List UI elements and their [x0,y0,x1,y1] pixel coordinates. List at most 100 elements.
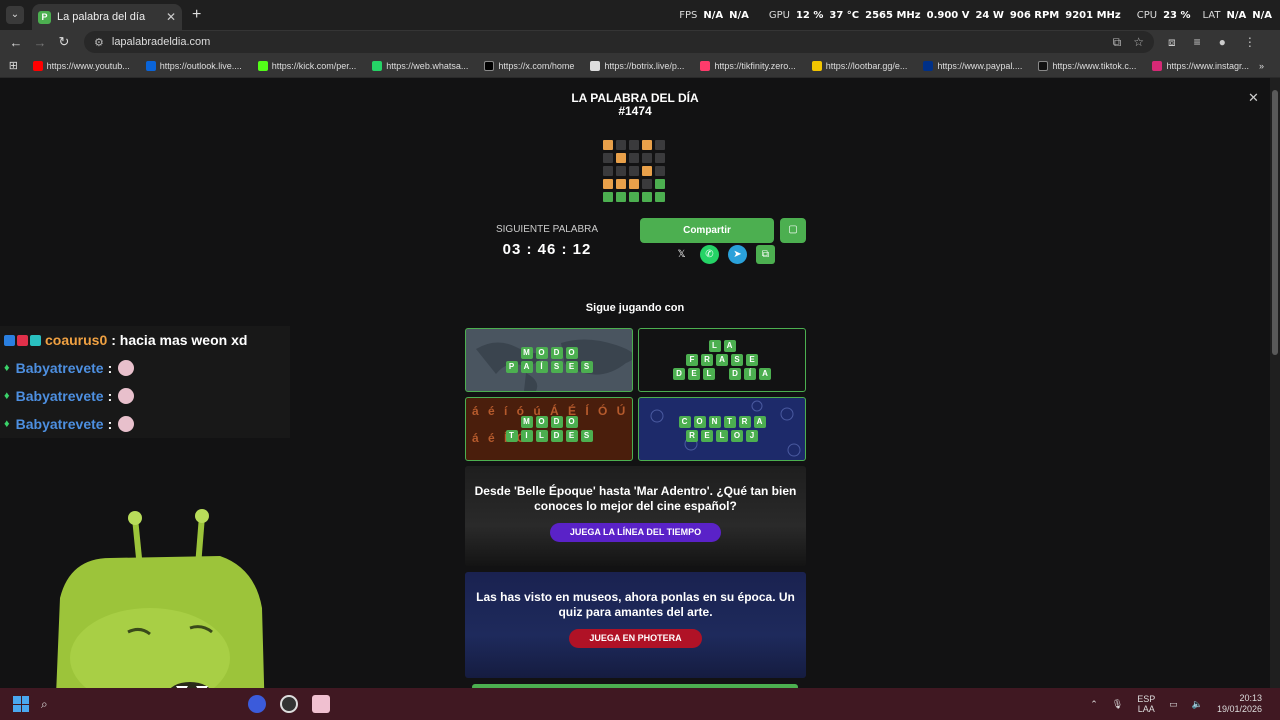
bookmark-item[interactable]: https://x.com/home [478,60,574,71]
media-control-icon[interactable]: ≡ [1194,35,1201,50]
timeline-game-button[interactable]: JUEGA LA LÍNEA DEL TIEMPO [549,523,722,542]
word-row: M O D O [520,347,578,359]
letter-tile: T [505,430,518,442]
letter-tile: S [731,354,743,366]
favicon-icon: P [38,10,51,24]
bookmark-favicon-icon [145,60,156,71]
volume-icon[interactable]: 🔈 [1192,699,1203,710]
clock[interactable]: 20:13 19/01/2026 [1217,693,1262,715]
result-cell [603,192,613,202]
chat-username: Babyatrevete [15,360,104,376]
bookmark-item[interactable]: https://www.instagr... [1146,60,1249,71]
whatsapp-share-icon[interactable]: ✆ [700,245,719,264]
bookmark-favicon-icon [1152,60,1163,71]
letter-tile: L [716,430,728,442]
bookmark-star-icon[interactable]: ☆ [1133,35,1144,50]
pink-app-icon[interactable] [311,695,330,713]
stats-button[interactable]: ▢ [780,218,806,243]
bookmarks-overflow-icon[interactable]: » [1259,61,1264,71]
taskbar-app-icon[interactable] [247,695,266,713]
bookmark-item[interactable]: https://www.youtub... [27,60,130,71]
badge-icon [17,334,28,346]
result-cell [603,179,613,189]
language-indicator[interactable]: ESP LAA [1137,694,1155,714]
x-share-icon[interactable]: 𝕏 [672,245,691,264]
new-tab-button[interactable]: + [192,6,201,24]
result-cell [603,140,613,150]
page-scrollbar[interactable] [1270,78,1280,688]
result-cell [616,166,626,176]
chat-username: Babyatrevete [15,388,104,404]
bookmark-item[interactable]: https://kick.com/per... [252,60,356,71]
bookmark-item[interactable]: https://botrix.live/p... [584,60,684,71]
back-arrow-icon[interactable]: ← [4,35,28,50]
address-bar[interactable]: ⚙ lapalabradeldia.com ⧉ ☆ [84,31,1154,53]
browser-tab-strip: ⌄ P La palabra del día ✕ + FPS N/A N/A G… [0,0,1280,30]
telegram-share-icon[interactable]: ➤ [728,245,747,264]
tab-close-icon[interactable]: ✕ [166,10,176,24]
microphone-icon[interactable]: 🎙 [1112,699,1123,710]
badge-icon [4,334,15,346]
menu-dots-icon[interactable]: ⋮ [1244,35,1256,50]
apps-grid-icon[interactable]: ⊞ [0,59,27,72]
site-info-icon[interactable]: ⚙ [94,36,104,49]
result-grid [603,140,665,202]
photera-game-button[interactable]: JUEGA EN PHOTERA [569,629,702,648]
bookmark-item[interactable]: https://outlook.live.... [140,60,242,71]
tray-overflow-icon[interactable]: ⌃ [1090,699,1098,710]
result-cell [642,179,652,189]
tab-active[interactable]: P La palabra del día ✕ [32,4,182,30]
result-cell [655,153,665,163]
gpu-label: GPU [768,10,790,21]
bookmark-label: https://outlook.live.... [159,60,242,71]
word-row: D E L D Í A [673,368,771,380]
scrollbar-thumb[interactable] [1272,90,1278,355]
reload-icon[interactable]: ↻ [52,34,76,50]
result-cell [629,179,639,189]
word-row: R E L O J [686,430,758,442]
game-card-reloj[interactable]: C O N T R A R E L O J [638,397,806,461]
close-modal-icon[interactable]: ✕ [1248,90,1259,106]
network-icon[interactable]: ▭ [1169,699,1178,710]
share-button[interactable]: Compartir [640,218,774,243]
emote-icon [118,388,135,404]
bookmark-item[interactable]: https://www.tiktok.c... [1032,60,1136,71]
letter-tile: E [688,368,700,380]
game-card-paises[interactable]: M O D O P A Í S E S [465,328,633,392]
letter-tile: O [693,416,706,428]
letter-tile: O [535,416,548,428]
letter-tile: L [535,430,548,442]
bookmark-item[interactable]: https://www.paypal.... [917,60,1022,71]
game-card-tildes[interactable]: á é í ó ú Á É Í Ó Ú á é Í Ó Ú M O D O T … [465,397,633,461]
word-row: L A [708,340,736,352]
result-cell [642,166,652,176]
game-card-frase[interactable]: L A F R A S E D E L D Í A [638,328,806,392]
letter-tile: L [708,340,721,352]
tab-search-dropdown-icon[interactable]: ⌄ [6,6,24,24]
bookmark-item[interactable]: https://web.whatsa... [366,60,468,71]
user-badges [4,334,41,346]
letter-tile: R [686,430,698,442]
extensions-icon[interactable]: ⧈ [1168,35,1176,50]
word-row: C O N T R A [678,416,766,428]
install-app-icon[interactable]: ⧉ [1113,35,1122,50]
taskbar-search-icon[interactable]: ⌕ [41,697,48,712]
bookmark-favicon-icon [484,60,495,71]
bookmark-label: https://lootbar.gg/e... [825,60,908,71]
profile-avatar-icon[interactable]: ● [1219,35,1226,50]
letter-tile: S [580,430,593,442]
start-button[interactable] [13,696,29,712]
result-cell [655,179,665,189]
bookmark-item[interactable]: https://tikfinity.zero... [694,60,796,71]
lat-value-2: N/A [1252,10,1272,21]
letter-tile: J [746,430,758,442]
forward-arrow-icon[interactable]: → [28,35,52,50]
letter-tile: Í [744,368,756,380]
gpu-mem: 9201 MHz [1065,10,1121,21]
obs-app-icon[interactable] [279,695,298,713]
letter-tile: E [746,354,758,366]
bookmark-label: https://www.instagr... [1166,60,1249,71]
letter-tile: S [550,361,563,373]
copy-icon[interactable]: ⧉ [756,245,775,264]
bookmark-item[interactable]: https://lootbar.gg/e... [806,60,908,71]
